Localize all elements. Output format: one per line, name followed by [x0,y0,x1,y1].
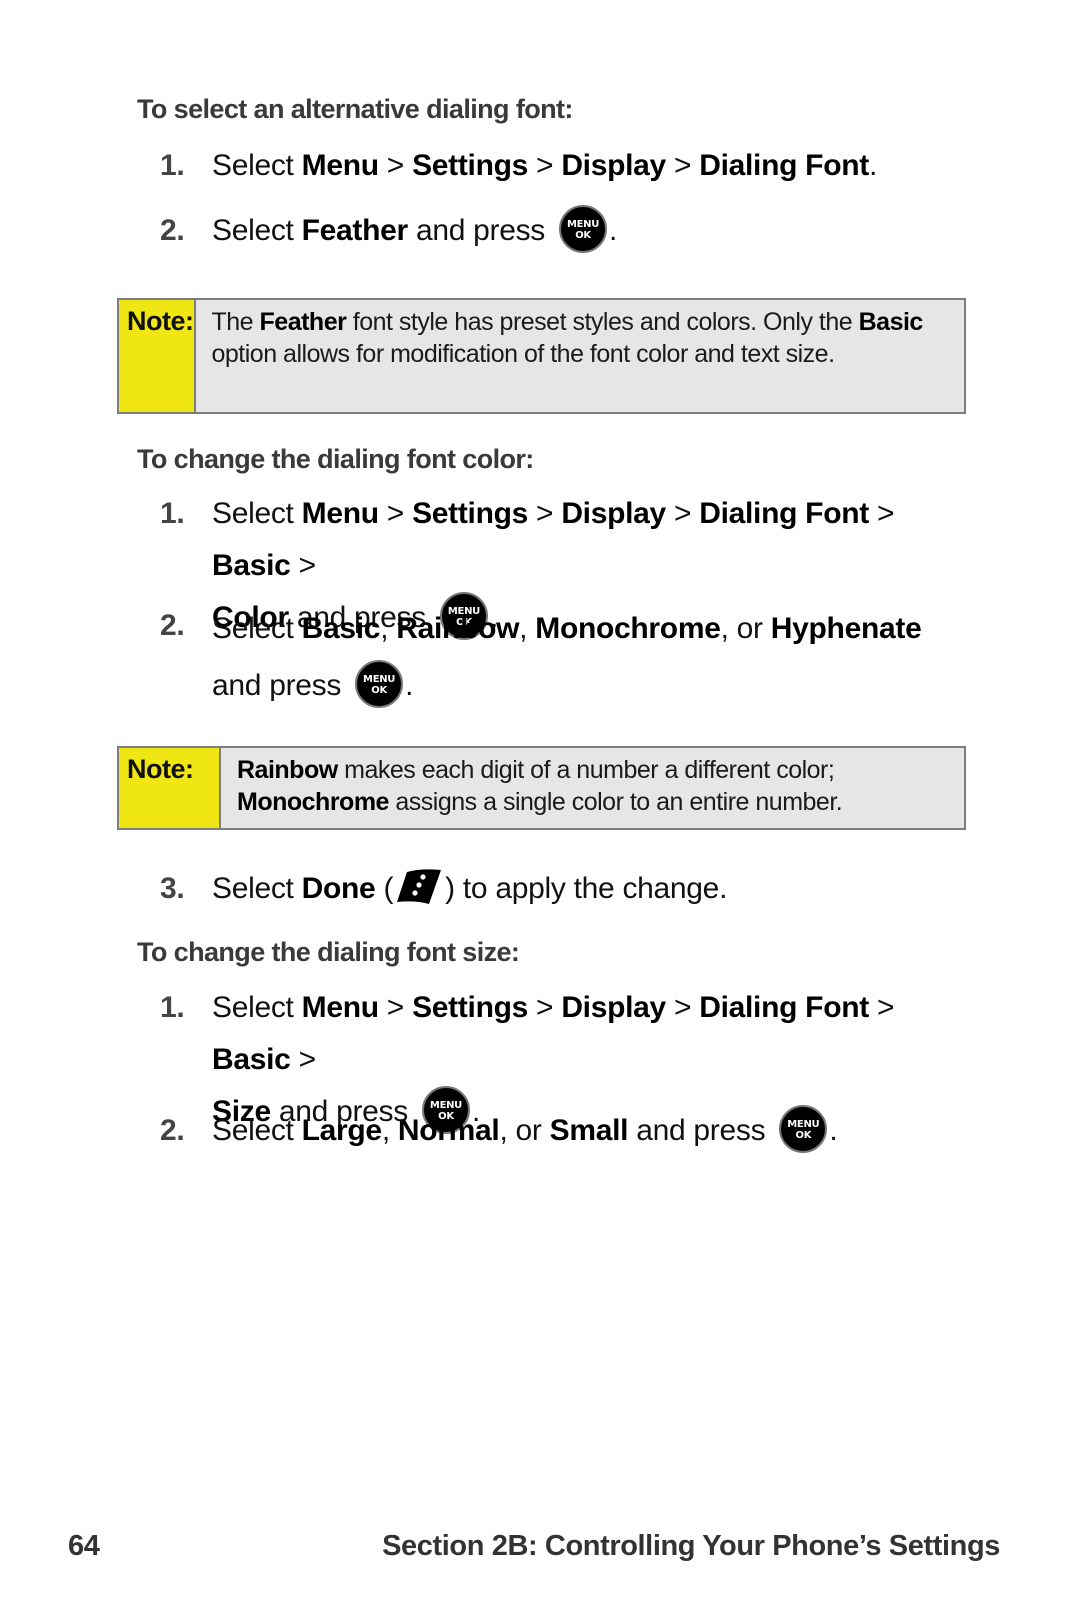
menu-path-item: Basic [212,1043,291,1076]
note-label: Note: [119,748,221,828]
key-label: MENU [363,674,396,686]
done-softkey-icon [393,866,445,906]
menu-path-item: Menu [301,149,379,182]
step-text: Select [212,1114,302,1147]
option-name: Hyphenate [770,612,922,645]
menu-path-item: Settings [412,497,529,530]
note-text: The Feather font style has preset styles… [196,300,965,412]
step-text: Select [212,872,302,905]
option-name: Rainbow [396,612,520,645]
note-bold-term: Feather [259,308,347,336]
page-number: 64 [68,1530,100,1562]
menu-path-item: Dialing Font [699,991,869,1024]
step-text: Select [212,612,302,645]
key-label: OK [795,1130,812,1142]
step-text: . [609,214,618,247]
path-separator: > [528,991,562,1024]
note-text-part: The [211,308,260,336]
section-title-footer: Section 2B: Controlling Your Phone’s Set… [382,1530,1000,1562]
step-text: and press [628,1114,774,1147]
step-text: Select [212,149,302,182]
step-text: , [380,612,397,645]
step-text: Select [212,991,302,1024]
menu-path-item: Settings [412,149,529,182]
path-separator: > [378,497,413,530]
menu-path-item: Menu [301,991,379,1024]
option-name: Done [301,872,376,905]
step-text: ) to apply the change. [445,872,728,905]
path-separator: > [528,149,562,182]
menu-path-item: Basic [212,549,291,582]
menu-path-item: Dialing Font [699,497,869,530]
step-number: 2. [160,1114,185,1147]
step-text: , or [499,1114,550,1147]
menu-ok-key-icon: MENU OK [355,660,404,709]
step-text: . [829,1114,838,1147]
menu-ok-key-icon: MENU OK [559,205,608,254]
note-label: Note: [119,300,196,412]
step-text: . [868,149,877,182]
note-bold-term: Rainbow [237,756,338,784]
menu-path-item: Settings [412,991,529,1024]
path-separator: > [868,991,895,1024]
path-separator: > [378,991,413,1024]
option-name: Basic [301,612,381,645]
step-text: , or [720,612,771,645]
path-separator: > [665,149,700,182]
note-bold-term: Monochrome [237,788,389,816]
path-separator: > [528,497,562,530]
step-text: Select [212,497,302,530]
step-text: Select [212,214,302,247]
note-text-part: assigns a single color to an entire numb… [388,788,843,816]
menu-path-item: Display [561,991,666,1024]
step-number: 3. [160,872,185,905]
step-number: 2. [160,609,185,642]
key-label: MENU [787,1119,820,1131]
step-number: 2. [160,214,185,247]
note-text-part: makes each digit of a number a different… [337,756,835,784]
option-name: Normal [397,1114,500,1147]
step-number: 1. [160,149,185,182]
key-label: MENU [566,219,600,231]
path-separator: > [665,497,700,530]
menu-ok-key-icon: MENU OK [779,1105,828,1154]
note-text-part: font style has preset styles and colors.… [346,308,859,336]
note-bold-term: Basic [858,308,924,336]
key-label: OK [371,685,387,697]
step-text: , [519,612,536,645]
menu-path-item: Menu [301,497,379,530]
option-name: Small [549,1114,629,1147]
section-heading-font-size: To change the dialing font size: [137,937,520,967]
option-name: Feather [301,214,409,247]
path-separator: > [868,497,895,530]
path-separator: > [378,149,413,182]
note-text: Rainbow makes each digit of a number a d… [221,748,858,828]
option-name: Monochrome [535,612,721,645]
menu-path-item: Display [561,497,666,530]
note-box-rainbow: Note: Rainbow makes each digit of a numb… [117,746,966,830]
step-text: and press [212,669,350,702]
menu-path-item: Display [561,149,666,182]
path-separator: > [290,1043,317,1076]
menu-path-item: Dialing Font [699,149,869,182]
option-name: Large [301,1114,383,1147]
path-separator: > [665,991,700,1024]
step-text: ( [375,872,394,905]
note-box-feather: Note: The Feather font style has preset … [117,298,966,414]
step-number: 1. [160,991,185,1024]
section-heading-font-color: To change the dialing font color: [137,444,534,474]
step-text: , [381,1114,398,1147]
step-number: 1. [160,497,185,530]
section-heading-alternative-font: To select an alternative dialing font: [137,94,573,124]
path-separator: > [290,549,317,582]
step-text: and press [407,214,554,247]
note-text-part: option allows for modification of the fo… [211,340,836,368]
step-text: . [405,669,414,702]
key-label: OK [575,230,591,242]
